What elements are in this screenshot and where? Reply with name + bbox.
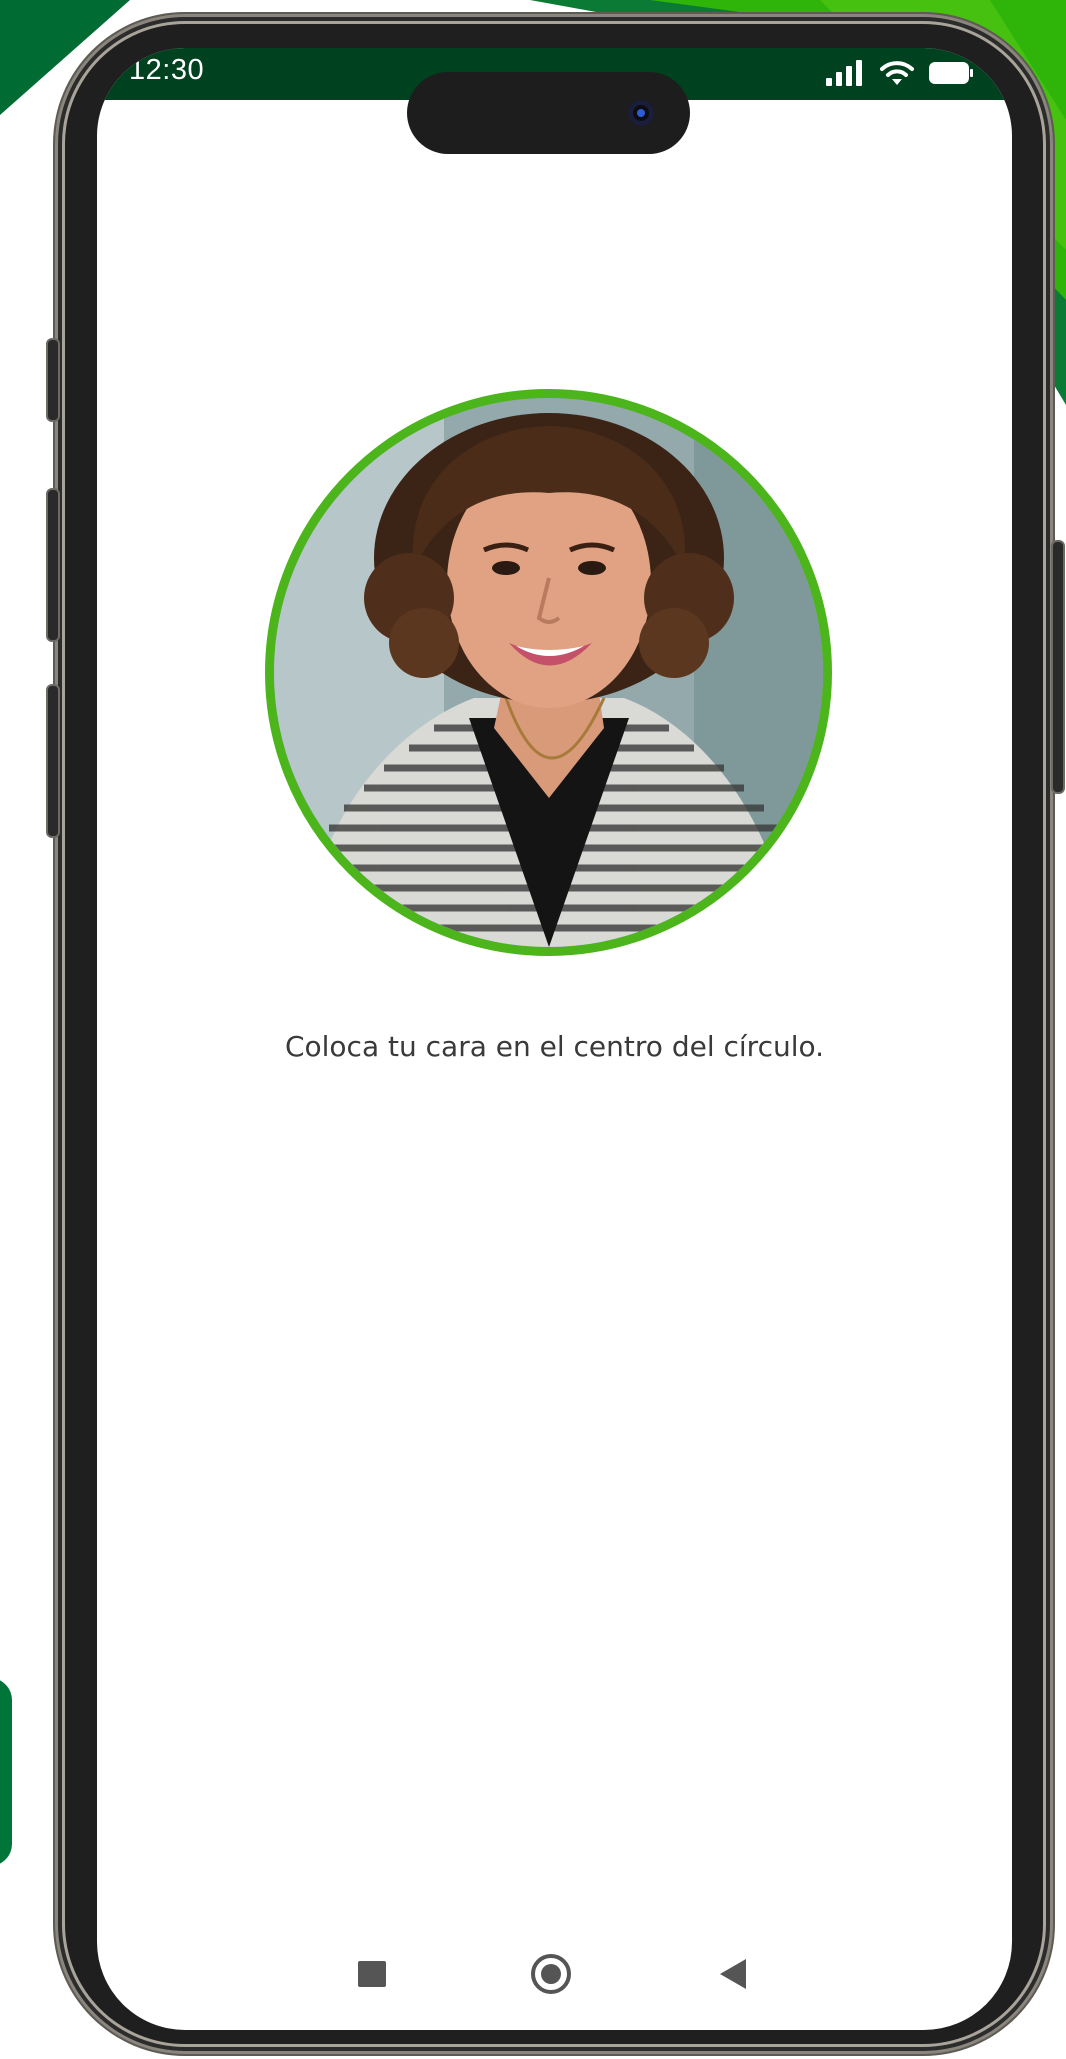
cellular-signal-icon: [826, 60, 862, 86]
phone-power-button: [1051, 540, 1065, 794]
phone-screen: 12:30 Coloca tu cara en el centro del cí…: [97, 48, 1012, 2030]
face-photo: [274, 398, 823, 947]
status-time: 12:30: [129, 54, 205, 86]
back-triangle-icon[interactable]: [720, 1959, 746, 1989]
status-icons: [826, 60, 974, 86]
face-capture-circle: [265, 389, 832, 956]
dynamic-island: [407, 72, 690, 154]
battery-icon: [929, 62, 973, 84]
phone-mute-button: [46, 338, 60, 422]
front-camera-icon: [628, 100, 654, 126]
home-circle-icon[interactable]: [531, 1954, 571, 1994]
recents-square-icon[interactable]: [358, 1961, 386, 1987]
instruction-text: Coloca tu cara en el centro del círculo.: [284, 1030, 825, 1063]
background-tab-left: [0, 1678, 12, 1866]
phone-volume-up-button: [46, 488, 60, 642]
phone-volume-down-button: [46, 684, 60, 838]
wifi-icon: [880, 61, 914, 85]
